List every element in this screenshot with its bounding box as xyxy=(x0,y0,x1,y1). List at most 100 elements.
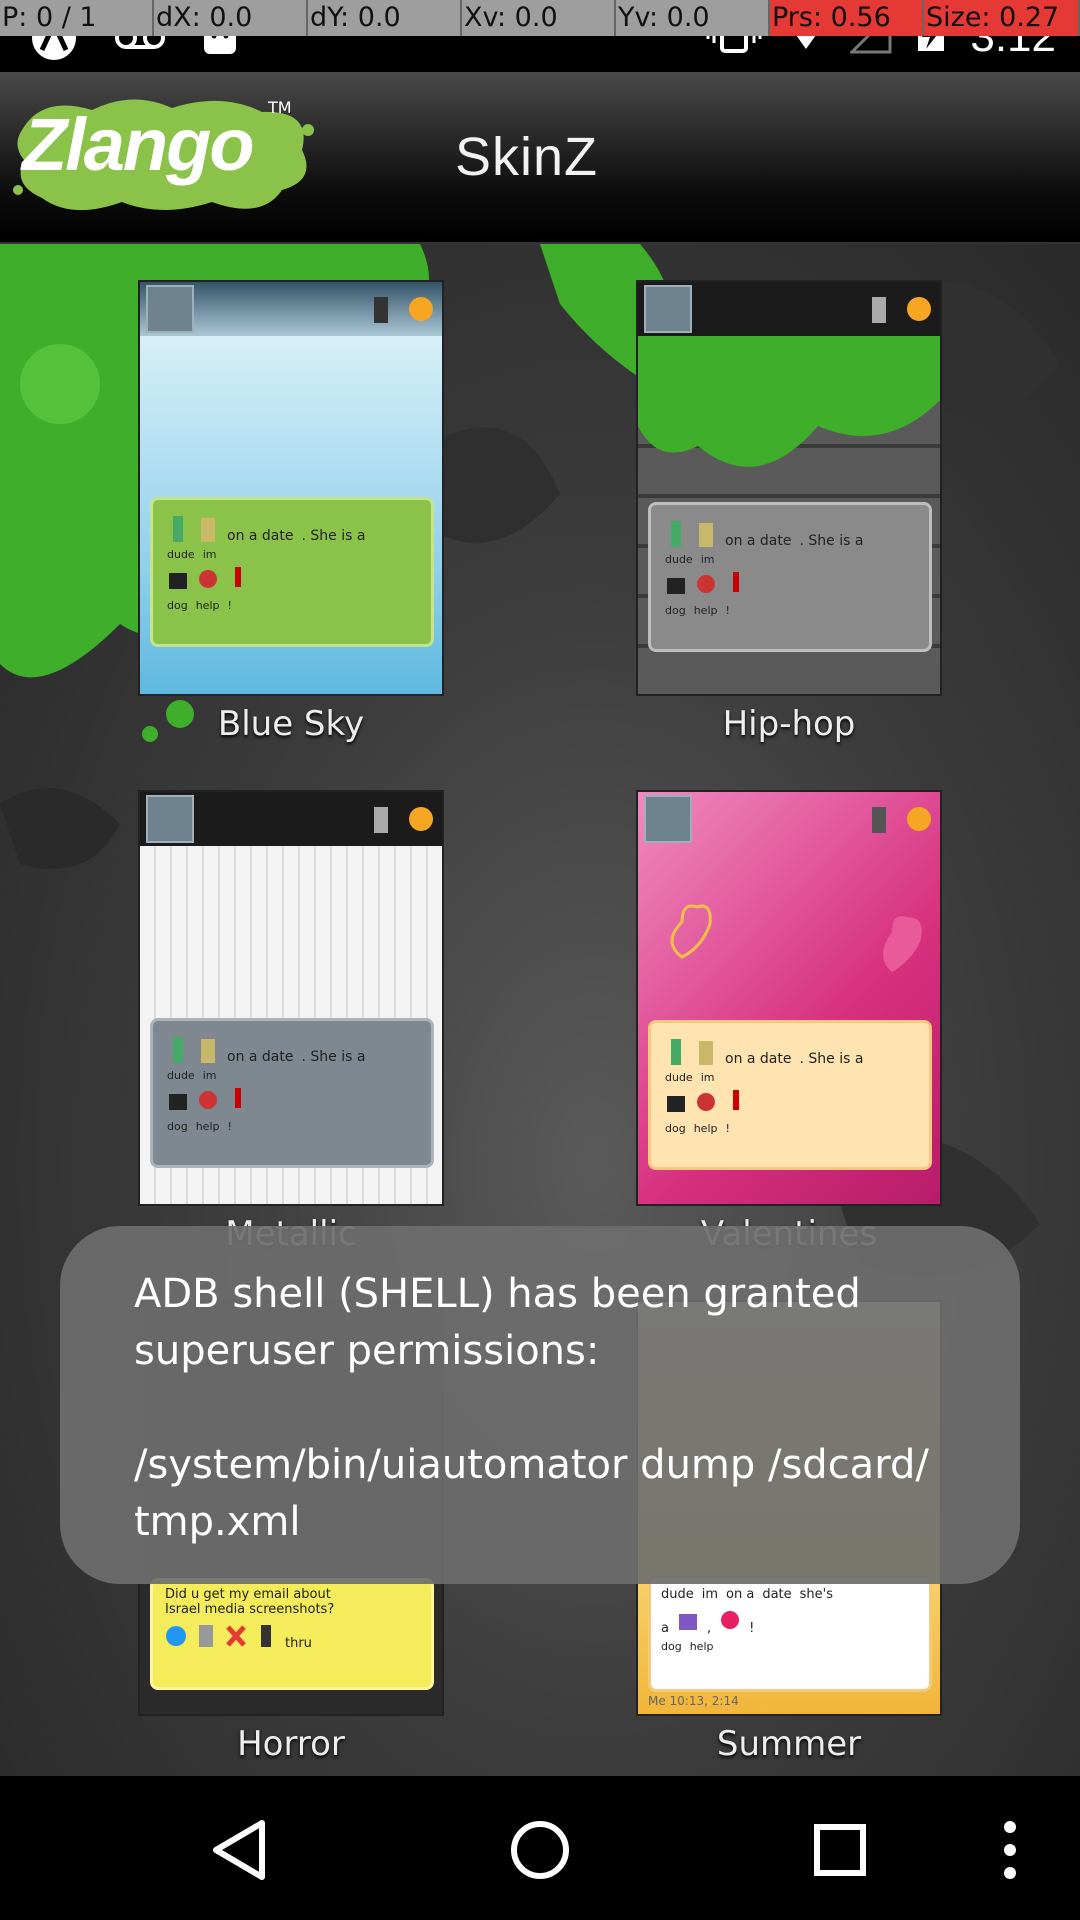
bubble-text: Did u get my email about xyxy=(165,1587,331,1602)
skin-tile-blue-sky[interactable]: on a date . She is a dude im dog help! Blu… xyxy=(138,280,444,744)
bubble-caption: im xyxy=(202,548,217,561)
avatar-icon xyxy=(644,795,692,843)
im-icon xyxy=(201,518,215,542)
preview-topbar xyxy=(638,282,940,336)
bubble-word: . She is a xyxy=(301,528,366,544)
home-icon xyxy=(511,1821,569,1879)
pointer-location-overlay: P: 0 / 1 dX: 0.0 dY: 0.0 Xv: 0.0 Yv: 0.0… xyxy=(0,0,1080,36)
bubble-word: thru xyxy=(285,1636,312,1651)
dog-icon xyxy=(678,1614,697,1630)
toast-line: tmp.xml xyxy=(134,1499,301,1545)
message-bubble: on a date . She is a dude im dog help! xyxy=(648,502,932,652)
skin-preview: on a date . She is a dude im dog help! xyxy=(636,280,942,696)
skin-preview: on a date . She is a dude im dog help! xyxy=(138,790,444,1206)
skin-label: Blue Sky xyxy=(217,704,365,744)
bubble-caption: ! xyxy=(227,1120,232,1133)
recents-icon xyxy=(814,1824,866,1876)
smiley-icon xyxy=(907,807,931,831)
bubble-caption: help xyxy=(195,599,220,612)
skin-label: Summer xyxy=(716,1724,862,1764)
skin-tile-hip-hop[interactable]: on a date . She is a dude im dog help! Hip… xyxy=(636,280,942,744)
bubble-caption: dog xyxy=(167,599,188,612)
help-icon xyxy=(199,570,217,588)
toast-line: /system/bin/uiautomator dump /sdcard/ xyxy=(134,1442,929,1488)
heart-decoration xyxy=(670,904,922,972)
help-icon xyxy=(721,1611,740,1629)
im-icon xyxy=(201,1039,215,1063)
says-icon xyxy=(199,1625,213,1647)
exclaim-icon xyxy=(733,1090,739,1110)
bubble-word: dude xyxy=(661,1587,694,1602)
bubble-word: she's xyxy=(799,1587,834,1602)
bubble-word: on a date xyxy=(227,528,294,544)
preview-topbar xyxy=(140,792,442,846)
skin-label: Hip-hop xyxy=(722,704,856,744)
toast-line: superuser permissions: xyxy=(134,1328,600,1374)
bubble-caption: dude xyxy=(665,1071,693,1084)
delta-x: dX: 0.0 xyxy=(154,0,308,36)
figure-icon xyxy=(872,297,886,323)
skin-tile-valentines[interactable]: on a date . She is a dudeim doghelp! Val… xyxy=(636,790,942,1254)
dude-icon xyxy=(173,516,183,542)
overflow-menu-icon xyxy=(1004,1821,1016,1879)
bubble-word: date xyxy=(762,1587,792,1602)
bubble-word: ! xyxy=(749,1621,755,1636)
bubble-word: , xyxy=(706,1621,712,1636)
app-header: Zlango TM SkinZ xyxy=(0,72,1080,244)
bubble-text: Israel media screenshots? xyxy=(165,1602,335,1617)
bubble-caption: help xyxy=(195,1120,220,1133)
recents-button[interactable] xyxy=(800,1810,880,1890)
avatar-icon xyxy=(146,795,194,843)
home-button[interactable] xyxy=(500,1810,580,1890)
dog-icon xyxy=(169,1094,187,1110)
bubble-caption: ! xyxy=(725,1122,730,1135)
dog-icon xyxy=(667,578,685,594)
bubble-caption: help xyxy=(689,1640,714,1653)
message-bubble: dude im on a date she's a , ! dog help xyxy=(648,1574,932,1692)
logo: Zlango xyxy=(22,103,255,186)
bubble-caption: dude xyxy=(665,553,693,566)
message-bubble: on a date . She is a dude im dog help! xyxy=(648,1020,932,1170)
skin-tile-metallic[interactable]: on a date . She is a dudeim doghelp! Met… xyxy=(138,790,444,1254)
smiley-icon xyxy=(409,807,433,831)
bubble-word: on a xyxy=(726,1587,755,1602)
velocity-y: Yv: 0.0 xyxy=(616,0,770,36)
help-icon xyxy=(697,1093,715,1111)
message-bubble: Did u get my email about Israel media sc… xyxy=(150,1578,434,1690)
exclaim-icon xyxy=(235,567,241,587)
preview-topbar xyxy=(140,282,442,336)
skin-label: Horror xyxy=(237,1724,345,1764)
email-icon xyxy=(166,1626,186,1646)
figure-icon xyxy=(374,297,388,323)
toast-line: ADB shell (SHELL) has been granted xyxy=(134,1271,861,1317)
going-icon xyxy=(261,1625,271,1647)
green-splash xyxy=(638,336,940,467)
bubble-caption: ! xyxy=(725,604,730,617)
bubble-caption: dog xyxy=(167,1120,188,1133)
dude-icon xyxy=(671,1039,681,1065)
pressure: Prs: 0.56 xyxy=(770,0,924,36)
bubble-caption: ! xyxy=(227,599,232,612)
exclaim-icon xyxy=(235,1088,241,1108)
im-icon xyxy=(699,1041,713,1065)
help-icon xyxy=(697,575,715,593)
bubble-word: on a date xyxy=(725,533,792,549)
bubble-caption: help xyxy=(693,604,718,617)
message-timestamp: Me 10:13, 2:14 xyxy=(648,1694,739,1708)
bubble-word: . She is a xyxy=(799,1051,864,1067)
back-button[interactable] xyxy=(200,1810,280,1890)
dude-icon xyxy=(671,521,681,547)
avatar-icon xyxy=(146,285,194,333)
preview-topbar xyxy=(638,792,940,846)
help-icon xyxy=(199,1091,217,1109)
bubble-caption: dude xyxy=(167,548,195,561)
bubble-word: . She is a xyxy=(301,1049,366,1065)
menu-button[interactable] xyxy=(980,1810,1040,1890)
superuser-toast: ADB shell (SHELL) has been granted super… xyxy=(60,1226,1020,1584)
skin-preview: on a date . She is a dude im dog help! xyxy=(138,280,444,696)
bubble-word: im xyxy=(701,1587,719,1602)
bubble-caption: dog xyxy=(661,1640,682,1653)
smiley-icon xyxy=(409,297,433,321)
bubble-word: a xyxy=(661,1621,669,1636)
dude-icon xyxy=(173,1037,183,1063)
